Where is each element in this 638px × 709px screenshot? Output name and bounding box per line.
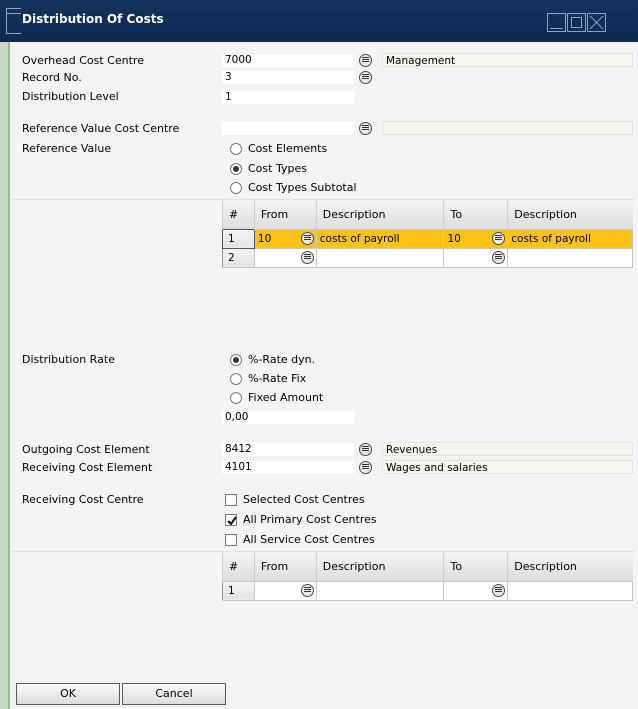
from-cell[interactable]: 10 [253, 228, 317, 249]
record-no-choose-icon[interactable] [359, 71, 372, 84]
record-no-field[interactable]: 3 [222, 71, 354, 84]
receiving-cost-element-label: Receiving Cost Element [22, 461, 153, 474]
record-no-label: Record No. [22, 71, 82, 84]
outgoing-cost-element-field[interactable]: 8412 [222, 443, 354, 456]
window-icon [6, 8, 21, 34]
table-row[interactable]: 2 [222, 247, 633, 268]
distribution-rate-option-label: Fixed Amount [248, 391, 324, 404]
distribution-rate-label: Distribution Rate [22, 353, 115, 366]
to-description-cell[interactable] [507, 247, 633, 268]
reference-value-radio-cost-types-subtotal[interactable] [230, 182, 242, 194]
from-description-cell[interactable] [315, 580, 445, 601]
row-number[interactable]: 1 [222, 580, 255, 601]
grid-header-description[interactable]: Description [507, 201, 633, 229]
overhead-cost-centre-field[interactable]: 7000 [222, 54, 354, 67]
from-value: 10 [257, 232, 272, 245]
overhead-cost-centre-description: Management [382, 53, 633, 67]
to-choose-icon[interactable] [492, 583, 506, 597]
to-choose-icon[interactable] [492, 231, 506, 245]
reference-value-label: Reference Value [22, 142, 112, 155]
distribution-rate-option-label: %-Rate dyn. [248, 353, 316, 366]
grid-header-description[interactable]: Description [315, 553, 444, 581]
distribution-rate-radio-dyn[interactable] [230, 354, 242, 366]
row-number[interactable]: 2 [222, 247, 255, 268]
all-primary-cost-centres-checkbox[interactable] [225, 514, 237, 526]
separator [12, 199, 634, 200]
from-choose-icon[interactable] [300, 583, 314, 597]
maximize-icon[interactable] [567, 13, 586, 32]
overhead-cost-centre-label: Overhead Cost Centre [22, 54, 144, 67]
from-cell[interactable] [253, 247, 317, 268]
from-cell[interactable] [253, 580, 317, 601]
to-description-cell[interactable] [507, 580, 633, 601]
to-value: 10 [447, 232, 461, 245]
reference-value-cost-centre-choose-icon[interactable] [359, 122, 372, 135]
minimize-icon[interactable] [547, 13, 566, 32]
row-number[interactable]: 1 [222, 228, 255, 249]
receiving-cost-element-choose-icon[interactable] [359, 461, 372, 474]
to-cell[interactable] [443, 580, 509, 601]
grid-header-from[interactable]: From [253, 201, 317, 229]
distribution-rate-radio-fixed-amount[interactable] [230, 392, 242, 404]
grid-header-description[interactable]: Description [315, 201, 444, 229]
left-accent-bar [0, 42, 10, 709]
reference-value-cost-centre-field[interactable] [222, 122, 354, 135]
from-choose-icon[interactable] [300, 250, 314, 264]
receiving-cost-centre-grid: # From Description To Description 1 [222, 553, 633, 601]
grid-header-to[interactable]: To [443, 553, 508, 581]
outgoing-cost-element-choose-icon[interactable] [359, 443, 372, 456]
reference-value-grid: # From Description To Description 1 10 c… [222, 201, 633, 268]
reference-value-cost-centre-label: Reference Value Cost Centre [22, 122, 180, 135]
title-bar[interactable]: Distribution Of Costs [0, 0, 638, 42]
selected-cost-centres-checkbox[interactable] [225, 494, 237, 506]
receiving-cost-centre-label: Receiving Cost Centre [22, 493, 144, 506]
distribution-rate-radio-fix[interactable] [230, 373, 242, 385]
to-cell[interactable] [443, 247, 509, 268]
from-choose-icon[interactable] [300, 231, 314, 245]
receiving-cost-element-field[interactable]: 4101 [222, 461, 354, 474]
from-description-cell[interactable]: costs of payroll [315, 228, 445, 249]
cancel-button[interactable]: Cancel [122, 683, 226, 705]
distribution-rate-amount-field[interactable]: 0,00 [222, 411, 354, 424]
grid-header-description[interactable]: Description [507, 553, 633, 581]
separator [12, 551, 634, 552]
reference-value-cost-centre-description [382, 121, 633, 135]
checkbox-label: All Primary Cost Centres [243, 513, 377, 526]
overhead-cost-centre-choose-icon[interactable] [359, 54, 372, 67]
close-icon[interactable] [587, 13, 606, 32]
grid-header-to[interactable]: To [443, 201, 508, 229]
to-description-cell[interactable]: costs of payroll [507, 228, 633, 249]
window-title: Distribution Of Costs [22, 12, 164, 26]
reference-value-radio-cost-types[interactable] [230, 163, 242, 175]
table-row[interactable]: 1 [222, 580, 633, 601]
from-description-cell[interactable] [315, 247, 445, 268]
to-cell[interactable]: 10 [443, 228, 509, 249]
checkbox-label: Selected Cost Centres [243, 493, 365, 506]
checkbox-label: All Service Cost Centres [243, 533, 375, 546]
distribution-level-field[interactable]: 1 [222, 91, 354, 104]
table-row[interactable]: 1 10 costs of payroll 10 costs of payrol… [222, 228, 633, 249]
distribution-rate-option-label: %-Rate Fix [248, 372, 307, 385]
grid-header-from[interactable]: From [253, 553, 317, 581]
distribution-level-label: Distribution Level [22, 90, 119, 103]
distribution-of-costs-window: Distribution Of Costs Overhead Cost Cent… [0, 0, 638, 709]
reference-value-option-label: Cost Elements [248, 142, 328, 155]
reference-value-radio-cost-elements[interactable] [230, 143, 242, 155]
reference-value-option-label: Cost Types [248, 162, 307, 175]
to-choose-icon[interactable] [492, 250, 506, 264]
grid-header-number: # [222, 553, 255, 581]
outgoing-cost-element-description: Revenues [382, 442, 633, 456]
reference-value-option-label: Cost Types Subtotal [248, 181, 357, 194]
receiving-cost-element-description: Wages and salaries [382, 460, 633, 474]
grid-header-number: # [222, 201, 255, 229]
ok-button[interactable]: OK [16, 683, 120, 705]
all-service-cost-centres-checkbox[interactable] [225, 534, 237, 546]
outgoing-cost-element-label: Outgoing Cost Element [22, 443, 150, 456]
